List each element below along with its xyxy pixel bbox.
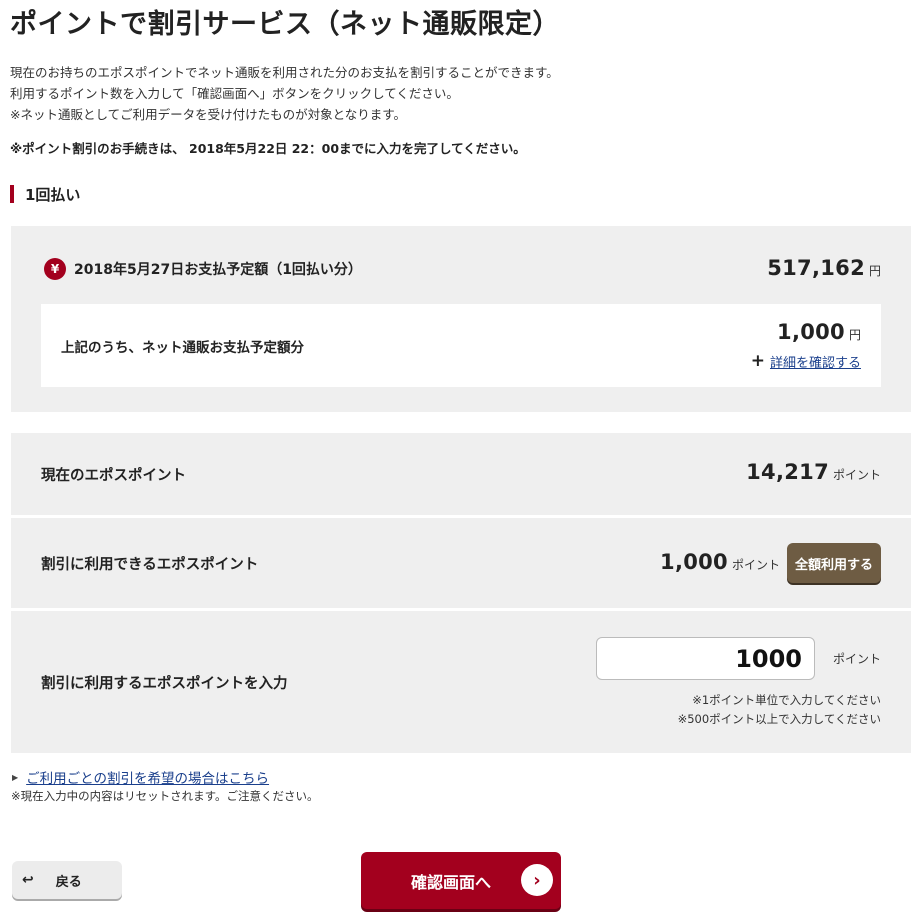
current-points-amount: 14,217 (746, 460, 829, 484)
detail-link-row[interactable]: + 詳細を確認する (750, 351, 861, 372)
per-use-discount-link[interactable]: ご利用ごとの割引を希望の場合はこちら (26, 767, 269, 787)
back-arrow-icon: ↩ (22, 872, 34, 888)
due-label: 2018年5月27日お支払予定額（1回払い分） (74, 262, 362, 278)
available-points-row: 割引に利用できるエポスポイント 1,000 ポイント 全額利用する (11, 518, 911, 608)
available-points-amount: 1,000 (660, 550, 728, 574)
intro-line-2: 利用するポイント数を入力して「確認画面へ」ボタンをクリックしてください。 (10, 86, 459, 101)
available-points-value: 1,000 ポイント (660, 550, 780, 574)
due-amount-row: ¥ 2018年5月27日お支払予定額（1回払い分） 517,162 円 (44, 256, 881, 282)
detail-link[interactable]: 詳細を確認する (770, 352, 861, 371)
intro-line-3: ※ネット通販としてご利用データを受け付けたものが対象となります。 (10, 107, 406, 122)
net-value: 1,000 円 (777, 320, 861, 344)
due-unit: 円 (868, 264, 881, 278)
section-marker (10, 185, 14, 203)
point-input-unit: ポイント (832, 652, 881, 666)
current-points-label: 現在のエポスポイント (41, 468, 186, 484)
triangle-right-icon: ▶ (12, 772, 19, 782)
due-amount: 517,162 (767, 256, 865, 280)
point-input-row: 割引に利用するエポスポイントを入力 ポイント ※1ポイント単位で入力してください… (11, 611, 911, 753)
plus-icon: + (750, 351, 765, 371)
back-button[interactable]: ↩ 戻る (12, 861, 122, 899)
deadline-notice: ※ポイント割引のお手続きは、 2018年5月22日 22：00までに入力を完了し… (10, 141, 526, 156)
input-hint-1: ※1ポイント単位で入力してください (692, 693, 881, 707)
point-input-label: 割引に利用するエポスポイントを入力 (41, 676, 288, 692)
chevron-right-icon: › (521, 864, 553, 896)
due-value: 517,162 円 (767, 256, 881, 280)
confirm-button-label: 確認画面へ (411, 872, 492, 892)
section-label: 1回払い (25, 185, 81, 204)
confirm-button[interactable]: 確認画面へ › (361, 852, 561, 909)
reset-note: ※現在入力中の内容はリセットされます。ご注意ください。 (11, 789, 319, 803)
net-unit: 円 (848, 328, 861, 342)
current-points-value: 14,217 ポイント (746, 460, 881, 484)
section-heading: 1回払い (10, 184, 80, 204)
yen-icon: ¥ (44, 258, 66, 280)
net-label: 上記のうち、ネット通販お支払予定額分 (61, 340, 304, 356)
payment-panel: ¥ 2018年5月27日お支払予定額（1回払い分） 517,162 円 上記のう… (11, 226, 911, 412)
available-points-label: 割引に利用できるエポスポイント (41, 557, 259, 573)
intro-line-1: 現在のお持ちのエポスポイントでネット通販を利用された分のお支払を割引することがで… (10, 65, 559, 80)
current-points-row: 現在のエポスポイント 14,217 ポイント (11, 433, 911, 515)
net-shopping-card: 上記のうち、ネット通販お支払予定額分 1,000 円 + 詳細を確認する (41, 304, 881, 387)
available-points-unit: ポイント (731, 558, 780, 572)
point-input[interactable] (596, 637, 815, 680)
intro-text: 現在のお持ちのエポスポイントでネット通販を利用された分のお支払を割引することがで… (10, 62, 559, 125)
input-hint-2: ※500ポイント以上で入力してください (677, 712, 881, 726)
use-all-button[interactable]: 全額利用する (787, 543, 881, 583)
page-title: ポイントで割引サービス（ネット通販限定） (10, 9, 560, 40)
current-points-unit: ポイント (832, 468, 881, 482)
net-amount: 1,000 (777, 320, 845, 344)
back-button-label: 戻る (55, 874, 82, 890)
per-use-discount-row[interactable]: ▶ ご利用ごとの割引を希望の場合はこちら (12, 767, 269, 787)
